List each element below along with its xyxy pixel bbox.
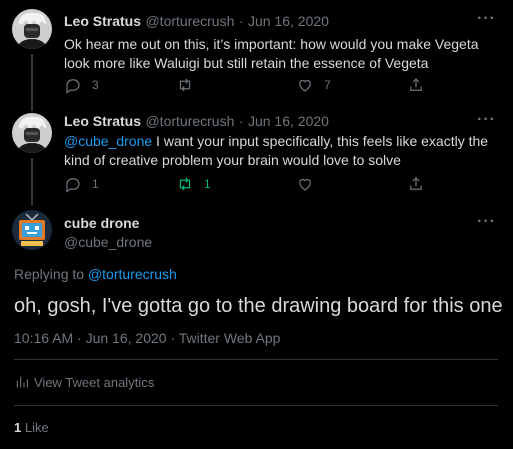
like-button[interactable]: [296, 175, 324, 193]
more-icon[interactable]: ···: [477, 213, 496, 231]
separator: ·: [238, 113, 244, 129]
replying-to: Replying to @torturecrush: [14, 266, 177, 282]
reply-count: 1: [92, 177, 99, 191]
tweet-date[interactable]: Jun 16, 2020: [248, 113, 329, 129]
like-icon: [299, 79, 311, 92]
reply-button[interactable]: 1: [64, 175, 99, 193]
cube-drone-avatar-image: [12, 210, 52, 250]
main-tweet-text: oh, gosh, I've gotta go to the drawing b…: [14, 295, 503, 317]
tweet-text: Ok hear me out on this, it’s important: …: [64, 36, 479, 71]
view-analytics-button[interactable]: View Tweet analytics: [14, 374, 154, 390]
divider: [14, 359, 498, 360]
separator: ·: [238, 13, 244, 29]
author-handle[interactable]: @torturecrush: [145, 113, 234, 129]
tweet-text: @cube_drone I want your input specifical…: [64, 132, 496, 170]
avatar[interactable]: [12, 210, 52, 250]
share-icon: [410, 177, 422, 190]
share-button[interactable]: [407, 76, 425, 94]
tweet-header: Leo Stratus @torturecrush · Jun 16, 2020: [64, 13, 329, 31]
retweet-icon: [179, 78, 191, 92]
likes-summary[interactable]: 1 Like: [14, 420, 49, 435]
avatar[interactable]: [12, 9, 52, 49]
tweet-header: Leo Stratus @torturecrush · Jun 16, 2020: [64, 113, 329, 131]
reply-count: 3: [92, 78, 99, 92]
author-name[interactable]: Leo Stratus: [64, 113, 141, 129]
analytics-icon: [16, 376, 28, 388]
mention-link[interactable]: @cube_drone: [64, 133, 152, 149]
tweet-date[interactable]: Jun 16, 2020: [248, 13, 329, 29]
author-name[interactable]: cube drone: [64, 215, 139, 231]
more-icon[interactable]: ···: [477, 10, 496, 28]
share-icon: [410, 78, 422, 91]
share-button[interactable]: [407, 175, 425, 193]
avatar[interactable]: [12, 113, 52, 153]
replying-handle-link[interactable]: @torturecrush: [88, 266, 177, 282]
analytics-label: View Tweet analytics: [34, 374, 155, 390]
like-button[interactable]: 7: [296, 76, 331, 94]
retweet-button[interactable]: [176, 76, 204, 94]
reply-button[interactable]: 3: [64, 76, 99, 94]
retweet-button[interactable]: 1: [176, 175, 211, 193]
tweet-timestamp[interactable]: 10:16 AM · Jun 16, 2020 · Twitter Web Ap…: [14, 330, 280, 346]
leo-avatar-image: [12, 9, 52, 49]
retweet-count: 1: [204, 177, 211, 191]
author-handle[interactable]: @cube_drone: [64, 234, 152, 250]
like-count: 7: [324, 78, 331, 92]
author-handle[interactable]: @torturecrush: [145, 13, 234, 29]
divider: [14, 405, 498, 406]
replying-prefix: Replying to: [14, 266, 88, 282]
reply-icon: [66, 178, 80, 193]
more-icon[interactable]: ···: [477, 111, 496, 129]
retweet-icon: [179, 177, 191, 191]
reply-icon: [66, 79, 80, 94]
thread-line: [31, 158, 33, 206]
author-name[interactable]: Leo Stratus: [64, 13, 141, 29]
leo-avatar-image: [12, 113, 52, 153]
thread-line: [31, 54, 33, 111]
like-icon: [299, 178, 311, 191]
likes-label: Like: [21, 420, 49, 435]
